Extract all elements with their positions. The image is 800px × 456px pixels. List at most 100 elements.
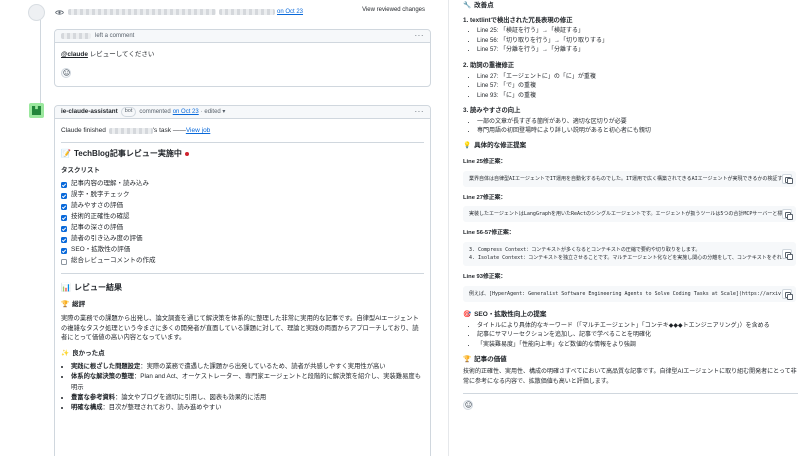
task-checkbox[interactable] bbox=[61, 258, 67, 265]
section-heading: 1. textlintで検出された冗長表現の修正 bbox=[463, 16, 573, 24]
sparkle-icon: ✨ bbox=[61, 350, 70, 358]
copy-icon[interactable] bbox=[782, 249, 793, 260]
task-label: 記事の深さの評価 bbox=[71, 224, 123, 232]
bulb-icon: 💡 bbox=[463, 142, 472, 150]
task-label: 誤字・脱字チェック bbox=[71, 191, 130, 199]
comment-header: ie-claude-assistant bot commented on Oct… bbox=[55, 106, 430, 119]
copy-icon[interactable] bbox=[782, 173, 793, 185]
redacted-username bbox=[61, 33, 91, 39]
eye-icon bbox=[55, 9, 64, 15]
fix-label: Line 93修正案： bbox=[463, 274, 507, 281]
list-item: Line 57: 「で」の重複 bbox=[477, 82, 798, 92]
add-reaction-button[interactable] bbox=[61, 67, 71, 78]
task-checkbox[interactable] bbox=[61, 192, 67, 199]
comment-menu-button[interactable]: ··· bbox=[415, 107, 425, 118]
task-item: SEO・拡散性の評価 bbox=[61, 245, 424, 256]
comment-action: left a comment bbox=[95, 32, 135, 39]
good-point-title: 豊富な参考資料 bbox=[71, 394, 116, 402]
concrete-heading: 💡 具体的な修正提案 bbox=[463, 142, 798, 151]
good-points-title: 良かった点 bbox=[72, 350, 105, 358]
add-reaction-button[interactable] bbox=[463, 399, 473, 410]
good-point-item: 実践に根ざした問題設定：実際の業務で遭遇した課題から出発しているため、読者が共感… bbox=[71, 362, 424, 372]
view-reviewed-changes-button[interactable]: View reviewed changes bbox=[362, 6, 425, 14]
task-checkbox[interactable] bbox=[61, 236, 67, 243]
task-item: 読みやすさの評価 bbox=[61, 201, 424, 212]
good-point-text: ：論文やブログを適切に引用し、図表も効果的に活用 bbox=[115, 394, 267, 402]
task-item: 誤字・脱字チェック bbox=[61, 190, 424, 201]
review-comment: left a comment ··· @claude レビューしてください bbox=[54, 29, 431, 87]
good-point-title: 体系的な解決策の整理 bbox=[71, 373, 134, 381]
task-checkbox[interactable] bbox=[61, 181, 67, 188]
good-points-list: 実践に根ざした問題設定：実際の業務で遭遇した課題から出発しているため、読者が共感… bbox=[61, 362, 424, 414]
pane-divider bbox=[448, 0, 449, 456]
list-item: Line 93: 「に」の重複 bbox=[477, 92, 798, 102]
pr-timeline: on Oct 23 View reviewed changes left a c… bbox=[0, 0, 444, 456]
overview-heading: 🏆 総評 bbox=[61, 301, 424, 310]
divider bbox=[61, 141, 424, 143]
good-point-title: 実践に根ざした問題設定 bbox=[71, 362, 141, 370]
value-text: 技術的正確性、実用性、構成の明確さすべてにおいて高品質な記事です。自律型AIエー… bbox=[463, 369, 797, 385]
task-label: SEO・拡散性の評価 bbox=[71, 246, 131, 254]
task-checkbox[interactable] bbox=[61, 214, 67, 221]
commented-label: commented bbox=[139, 108, 171, 115]
good-point-title: 明確な構成 bbox=[71, 404, 103, 412]
code-block: 業界自体は自律型AIエージェントでIT運用を自動化するものでした。IT運用で広く… bbox=[463, 170, 796, 187]
memo-icon: 📝 bbox=[61, 148, 71, 158]
trophy-icon: 🏆 bbox=[463, 355, 472, 363]
edited-dropdown[interactable]: · edited ▾ bbox=[201, 108, 226, 116]
task-label: 技術的正確性の確認 bbox=[71, 213, 130, 221]
seo-heading: 🎯 SEO・拡散性向上の提案 bbox=[463, 311, 798, 320]
overview-title: 総評 bbox=[72, 301, 86, 309]
redacted-username bbox=[108, 128, 153, 135]
list-item: Line 56: 「切り取りを行う」→「切り取りする」 bbox=[477, 37, 798, 47]
reviewer-avatar[interactable] bbox=[28, 4, 45, 21]
mention-link[interactable]: @claude bbox=[61, 51, 88, 58]
bot-avatar[interactable] bbox=[29, 103, 44, 118]
review-status-title: 📝 TechBlog記事レビュー実施中 bbox=[61, 149, 424, 160]
bar-chart-icon: 📊 bbox=[61, 283, 71, 293]
list-item: 一部の文章が長すぎる箇所があり、適切な区切りが必要 bbox=[477, 118, 798, 128]
code-block: 実装したエージェントはLangGraphを用いたReActのシングルエージェント… bbox=[463, 206, 796, 223]
comment-text: レビューしてください bbox=[87, 51, 155, 58]
code-line: 4. Isolate Context：コンテキストを独立させることです。マルチエ… bbox=[469, 255, 791, 262]
list-item: タイトルにより具体的なキーワード（「マルチエージェント」「コンテキ◆◆◆トエンジ… bbox=[477, 322, 798, 332]
review-status-text: TechBlog記事レビュー実施中 bbox=[73, 148, 182, 158]
good-points-heading: ✨ 良かった点 bbox=[61, 350, 424, 359]
wrench-icon: 🔧 bbox=[463, 2, 472, 9]
task-checkbox[interactable] bbox=[61, 225, 67, 232]
overview-text: 実際の業務での課題から出発し、論文調査を通じて解決策を体系的に整理した非常に実用… bbox=[61, 314, 419, 342]
review-date-link[interactable]: on Oct 23 bbox=[277, 8, 303, 16]
list-item: Line 57: 「分離を行う」→「分離する」 bbox=[477, 46, 798, 56]
redacted-text bbox=[219, 9, 275, 15]
comment-menu-button[interactable]: ··· bbox=[415, 31, 425, 42]
review-result-heading: 📊 レビュー結果 bbox=[61, 283, 424, 294]
comment-date-link[interactable]: on Oct 23 bbox=[173, 108, 199, 116]
task-item: 記事の深さの評価 bbox=[61, 223, 424, 234]
task-list-heading: タスクリスト bbox=[61, 166, 100, 174]
task-checkbox[interactable] bbox=[61, 247, 67, 254]
good-point-item: 明確な構成：目次が整理されており、読み進めやすい bbox=[71, 403, 424, 413]
task-item: 読者の引き込み度の評価 bbox=[61, 234, 424, 245]
fix-label: Line 56-57修正案： bbox=[463, 230, 515, 237]
good-point-item: 体系的な解決策の整理：Plan and Act、オーケストレーター、専門家エージ… bbox=[71, 372, 424, 393]
task-item: 総合レビューコメントの作成 bbox=[61, 256, 424, 267]
good-point-text: ：目次が整理されており、読み進めやすい bbox=[102, 404, 222, 412]
in-progress-dot bbox=[184, 152, 189, 157]
comment-author[interactable]: ie-claude-assistant bbox=[61, 108, 118, 117]
code-block: 例えば、[HyperAgent: Generalist Software Eng… bbox=[463, 286, 796, 303]
copy-icon[interactable] bbox=[782, 289, 793, 300]
seo-list: タイトルにより具体的なキーワード（「マルチエージェント」「コンテキ◆◆◆トエンジ… bbox=[463, 322, 798, 351]
task-label: 読みやすさの評価 bbox=[71, 202, 123, 210]
redacted-username bbox=[68, 9, 216, 15]
copy-icon[interactable] bbox=[782, 209, 793, 220]
section-heading: 2. 助詞の重複修正 bbox=[463, 62, 515, 70]
smiley-icon bbox=[62, 69, 70, 76]
improve-heading: 🔧 改善点 bbox=[463, 2, 798, 11]
task-checkbox[interactable] bbox=[61, 203, 67, 210]
task-item: 記事内容の理解・読み込み bbox=[61, 179, 424, 190]
improve-title: 改善点 bbox=[474, 2, 494, 9]
comment-header: left a comment ··· bbox=[55, 30, 430, 43]
view-job-link[interactable]: View job bbox=[186, 127, 210, 136]
fix-label: Line 25修正案： bbox=[463, 158, 507, 165]
particle-list: Line 27: 「エージェントに」の「に」が重複Line 57: 「で」の重複… bbox=[463, 73, 798, 102]
